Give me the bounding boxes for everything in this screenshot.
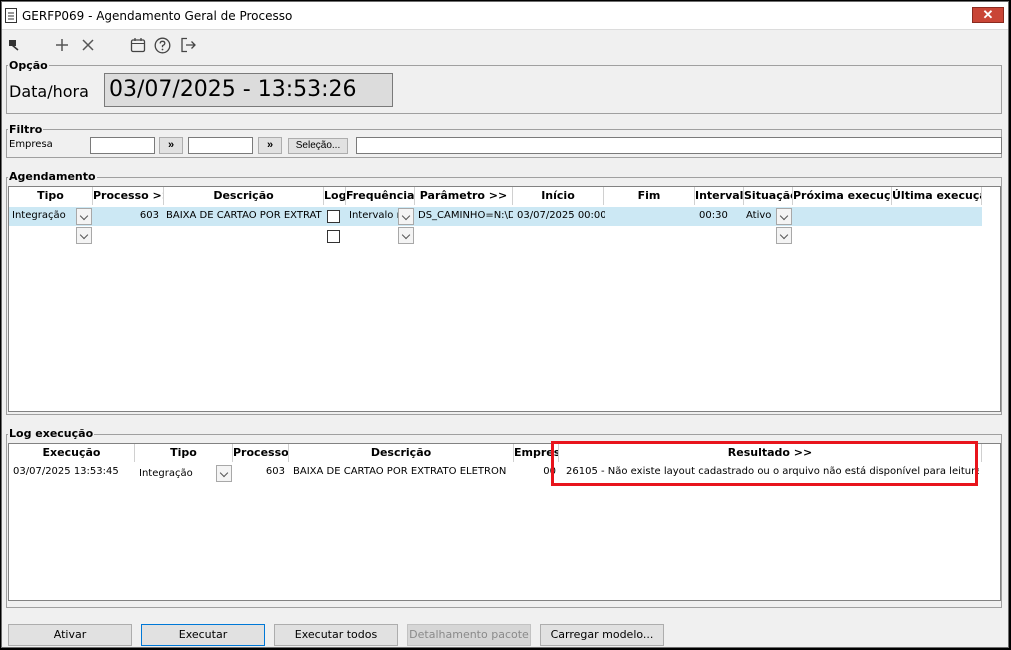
col-log-tipo[interactable]: Tipo (135, 444, 233, 462)
close-button[interactable]: ✕ (972, 7, 1004, 23)
help-icon[interactable] (152, 35, 172, 55)
datetime-field: 03/07/2025 - 13:53:26 (104, 73, 393, 107)
empresa-to-input[interactable] (188, 137, 253, 154)
new-row-log-checkbox[interactable] (327, 230, 340, 243)
agendamento-group-label: Agendamento (8, 170, 97, 183)
document-icon (5, 8, 17, 23)
pin-icon[interactable] (4, 35, 24, 55)
title-bar: GERFP069 - Agendamento Geral de Processo… (2, 2, 1008, 30)
col-intervalo[interactable]: Intervalo (695, 187, 744, 205)
col-frequencia[interactable]: Frequência (346, 187, 415, 205)
col-ultima-execucao[interactable]: Última execução (892, 187, 982, 205)
frequencia-dropdown[interactable] (398, 208, 414, 225)
col-inicio[interactable]: Início (513, 187, 604, 205)
window-title: GERFP069 - Agendamento Geral de Processo (22, 9, 293, 23)
add-icon[interactable] (52, 35, 72, 55)
log-row-tipo: Integração (139, 468, 193, 479)
col-parametro[interactable]: Parâmetro >> (415, 187, 513, 205)
delete-icon[interactable] (78, 35, 98, 55)
filtro-group-label: Filtro (8, 123, 44, 136)
main-window: GERFP069 - Agendamento Geral de Processo… (1, 1, 1009, 648)
empresa-to-lookup-button[interactable]: » (258, 137, 282, 154)
selecao-button[interactable]: Seleção... (288, 138, 348, 154)
ativar-button[interactable]: Ativar (8, 624, 132, 646)
selecao-field[interactable] (356, 137, 1002, 154)
empresa-from-input[interactable] (90, 137, 155, 154)
exit-icon[interactable] (178, 35, 198, 55)
col-log-descricao[interactable]: Descrição (289, 444, 514, 462)
new-row-frequencia-dropdown[interactable] (398, 227, 414, 244)
col-processo[interactable]: Processo >> (93, 187, 164, 205)
row-processo: 603 (139, 210, 159, 221)
col-proxima-execucao[interactable]: Próxima execução (793, 187, 892, 205)
log-group-label: Log execução (8, 427, 95, 440)
log-row-descricao: BAIXA DE CARTAO POR EXTRATO ELETRON (293, 466, 507, 477)
opcao-group-label: Opção (8, 59, 49, 72)
highlight-box (551, 441, 978, 486)
row-inicio: 03/07/2025 00:00 (517, 210, 605, 221)
log-row-empresa: 00 (543, 466, 556, 477)
row-descricao: BAIXA DE CARTAO POR EXTRATO (166, 210, 322, 221)
col-fim[interactable]: Fim (604, 187, 695, 205)
row-frequencia: Intervalo r (349, 210, 399, 221)
row-tipo: Integração (12, 210, 66, 221)
empresa-from-lookup-button[interactable]: » (159, 137, 183, 154)
log-checkbox[interactable] (327, 210, 340, 223)
agendamento-grid[interactable]: Tipo Processo >> Descrição Log Frequênci… (8, 186, 1001, 412)
col-situacao[interactable]: Situação (744, 187, 793, 205)
empresa-label: Empresa (9, 139, 53, 150)
col-log-execucao[interactable]: Execução (9, 444, 135, 462)
row-intervalo: 00:30 (699, 210, 728, 221)
executar-todos-button[interactable]: Executar todos (274, 624, 398, 646)
situacao-dropdown[interactable] (776, 208, 792, 225)
log-row-processo: 603 (265, 466, 285, 477)
new-row-tipo-dropdown[interactable] (76, 227, 92, 244)
row-situacao: Ativo (746, 210, 772, 221)
col-log[interactable]: Log (324, 187, 346, 205)
tipo-dropdown[interactable] (76, 208, 92, 225)
log-tipo-dropdown[interactable] (216, 465, 232, 482)
toolbar (2, 31, 1008, 59)
col-log-processo[interactable]: Processo (233, 444, 289, 462)
col-tipo[interactable]: Tipo (9, 187, 93, 205)
datetime-label: Data/hora (9, 82, 89, 101)
carregar-modelo-button[interactable]: Carregar modelo... (540, 624, 664, 646)
log-row-execucao: 03/07/2025 13:53:45 (13, 466, 119, 477)
detalhamento-pacote-button[interactable]: Detalhamento pacote (407, 624, 531, 646)
col-descricao[interactable]: Descrição (164, 187, 324, 205)
executar-button[interactable]: Executar (141, 624, 265, 646)
calendar-icon[interactable] (128, 35, 148, 55)
new-row-situacao-dropdown[interactable] (776, 227, 792, 244)
row-parametro: DS_CAMINHO=N:\D (418, 210, 513, 221)
